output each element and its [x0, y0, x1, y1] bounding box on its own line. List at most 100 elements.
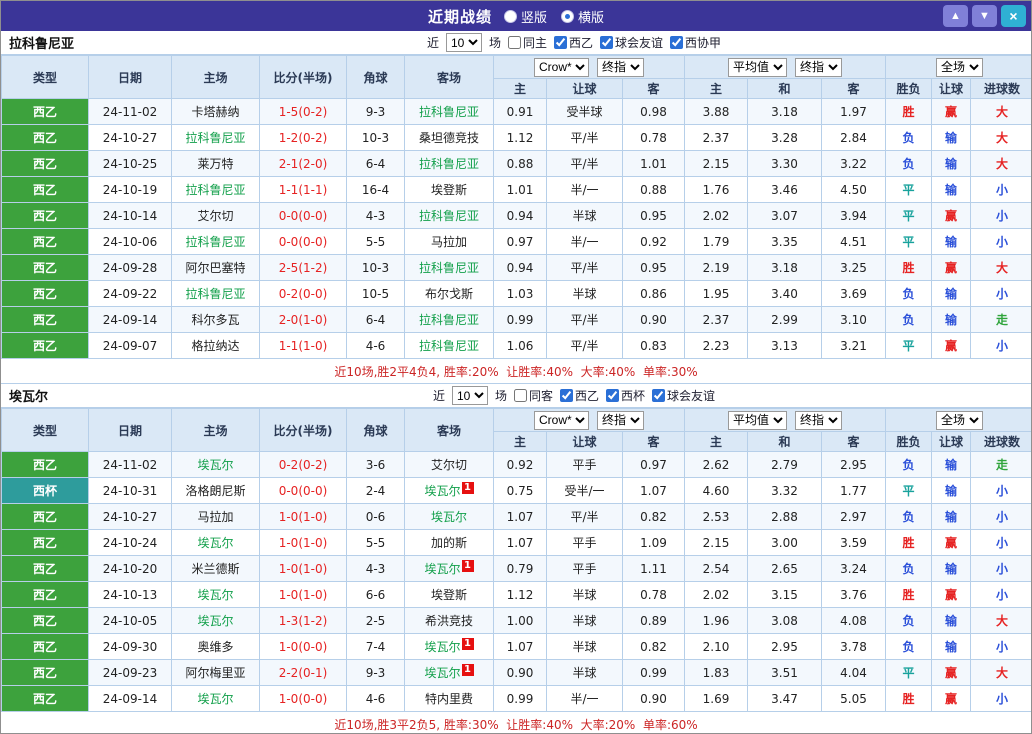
- asian-home-odds: 1.01: [493, 176, 547, 203]
- league-checkbox[interactable]: [560, 389, 573, 402]
- league-checkbox[interactable]: [606, 389, 620, 402]
- move-up-button[interactable]: ▲: [943, 5, 968, 27]
- date-cell: 24-09-14: [88, 306, 172, 333]
- same-venue-checkbox[interactable]: [507, 36, 521, 49]
- euro-away-odds: 1.77: [820, 477, 887, 504]
- league-cell: 西乙: [1, 150, 89, 177]
- score-cell: 1-0(0-0): [259, 685, 347, 712]
- bookmaker-select[interactable]: Crow*: [534, 57, 589, 77]
- away-team-name[interactable]: 埃瓦尔: [424, 562, 460, 576]
- league-checkbox[interactable]: [600, 36, 614, 49]
- match-count-select[interactable]: 10: [445, 33, 482, 52]
- away-team-name[interactable]: 拉科鲁尼亚: [419, 157, 479, 171]
- away-team-name[interactable]: 拉科鲁尼亚: [419, 105, 479, 119]
- away-team-name[interactable]: 布尔戈斯: [425, 287, 473, 301]
- home-team-name[interactable]: 洛格朗尼斯: [185, 484, 245, 498]
- score-cell: 1-2(0-2): [259, 124, 347, 151]
- league-filter-option[interactable]: 西协甲: [670, 34, 721, 51]
- home-team-name[interactable]: 埃瓦尔: [197, 536, 233, 550]
- away-team-name[interactable]: 埃瓦尔: [424, 666, 460, 680]
- home-team-name[interactable]: 拉科鲁尼亚: [185, 131, 245, 145]
- league-filter-option[interactable]: 西杯: [606, 387, 645, 404]
- handicap-result-cell: 输: [931, 280, 972, 307]
- league-filter-option[interactable]: 球会友谊: [600, 34, 663, 51]
- home-team-name[interactable]: 奥维多: [197, 640, 233, 654]
- away-team-name[interactable]: 拉科鲁尼亚: [419, 261, 479, 275]
- away-team-name[interactable]: 希洪竞技: [425, 614, 473, 628]
- final-index-select[interactable]: 终指: [597, 410, 644, 430]
- average-select[interactable]: 平均值: [728, 57, 787, 77]
- away-team-name[interactable]: 拉科鲁尼亚: [419, 209, 479, 223]
- same-venue-option[interactable]: 同主: [507, 34, 547, 51]
- away-team-name[interactable]: 马拉加: [431, 235, 467, 249]
- layout-option-vertical[interactable]: 竖版: [503, 7, 547, 26]
- league-filter-option[interactable]: 西乙: [554, 34, 593, 51]
- home-team-name[interactable]: 莱万特: [197, 157, 233, 171]
- average-select[interactable]: 平均值: [728, 410, 787, 430]
- home-team-name[interactable]: 埃瓦尔: [197, 692, 233, 706]
- away-team-name[interactable]: 埃登斯: [431, 588, 467, 602]
- goals-result-cell: 走: [970, 451, 1031, 478]
- bookmaker-select[interactable]: Crow*: [534, 410, 589, 430]
- away-team-name[interactable]: 埃瓦尔: [431, 510, 467, 524]
- final-index-select[interactable]: 终指: [597, 57, 644, 77]
- away-team-name[interactable]: 加的斯: [431, 536, 467, 550]
- home-team-name[interactable]: 阿尔梅里亚: [185, 666, 245, 680]
- euro-odds-header: 平均值 终指: [683, 55, 887, 79]
- games-label: 场: [488, 36, 501, 50]
- away-team-name[interactable]: 埃瓦尔: [424, 640, 460, 654]
- full-match-select[interactable]: 全场: [936, 410, 984, 430]
- euro-away-odds: 2.97: [820, 503, 887, 530]
- same-venue-option[interactable]: 同客: [513, 387, 553, 404]
- home-team-name[interactable]: 格拉纳达: [191, 339, 239, 353]
- layout-option-horizontal[interactable]: 横版: [561, 7, 604, 26]
- home-team-name[interactable]: 埃瓦尔: [197, 458, 233, 472]
- asian-line: 半球: [546, 659, 623, 686]
- euro-draw-odds: 3.15: [747, 581, 822, 608]
- away-team-name[interactable]: 拉科鲁尼亚: [419, 313, 479, 327]
- full-match-select[interactable]: 全场: [936, 57, 984, 77]
- same-venue-checkbox[interactable]: [513, 389, 527, 402]
- final-index-select[interactable]: 终指: [795, 57, 842, 77]
- table-row: 西乙 24-11-02 埃瓦尔 0-2(0-2) 3-6 艾尔切 0.92 平手 0.97 2.6…: [1, 451, 1031, 478]
- handicap-result-cell: 输: [931, 176, 972, 203]
- home-team-name[interactable]: 艾尔切: [197, 209, 233, 223]
- home-team-name[interactable]: 拉科鲁尼亚: [185, 287, 245, 301]
- away-cell: 埃登斯: [404, 581, 494, 608]
- league-filter-option[interactable]: 西乙: [560, 387, 599, 404]
- home-cell: 卡塔赫纳: [171, 98, 260, 125]
- move-down-button[interactable]: ▼: [972, 5, 997, 27]
- home-team-name[interactable]: 阿尔巴塞特: [185, 261, 245, 275]
- home-team-name[interactable]: 埃瓦尔: [197, 588, 233, 602]
- away-team-name[interactable]: 埃登斯: [431, 183, 467, 197]
- asian-away-odds: 0.82: [622, 503, 685, 530]
- league-checkbox[interactable]: [554, 36, 567, 49]
- home-team-name[interactable]: 拉科鲁尼亚: [185, 235, 245, 249]
- final-index-select[interactable]: 终指: [795, 410, 842, 430]
- away-team-name[interactable]: 艾尔切: [431, 458, 467, 472]
- away-team-name[interactable]: 拉科鲁尼亚: [419, 339, 479, 353]
- away-team-name[interactable]: 埃瓦尔: [424, 484, 460, 498]
- euro-home-odds: 2.02: [684, 581, 748, 608]
- home-team-name[interactable]: 卡塔赫纳: [191, 105, 239, 119]
- euro-away-odds: 2.84: [820, 124, 887, 151]
- table-row: 西乙 24-10-06 拉科鲁尼亚 0-0(0-0) 5-5 马拉加 0.97 半/一 0.92…: [1, 228, 1031, 255]
- close-button[interactable]: ×: [1001, 5, 1026, 27]
- radio-icon-horizontal: [561, 9, 574, 23]
- table-row: 西乙 24-10-25 莱万特 2-1(2-0) 6-4 拉科鲁尼亚 0.88 平/半 1.01…: [1, 150, 1031, 177]
- euro-away-odds: 2.95: [820, 451, 887, 478]
- euro-away-odds: 3.24: [820, 555, 887, 582]
- league-checkbox[interactable]: [652, 389, 666, 402]
- away-team-name[interactable]: 特内里费: [425, 692, 473, 706]
- handicap-result-cell: 输: [931, 503, 972, 530]
- home-team-name[interactable]: 埃瓦尔: [197, 614, 233, 628]
- goals-result-cell: 大: [970, 659, 1031, 686]
- league-filter-option[interactable]: 球会友谊: [652, 387, 715, 404]
- match-count-select[interactable]: 10: [451, 386, 488, 405]
- home-team-name[interactable]: 拉科鲁尼亚: [185, 183, 245, 197]
- league-checkbox[interactable]: [670, 36, 684, 49]
- away-team-name[interactable]: 桑坦德竞技: [419, 131, 479, 145]
- home-team-name[interactable]: 科尔多瓦: [191, 313, 239, 327]
- home-team-name[interactable]: 马拉加: [197, 510, 233, 524]
- home-team-name[interactable]: 米兰德斯: [191, 562, 239, 576]
